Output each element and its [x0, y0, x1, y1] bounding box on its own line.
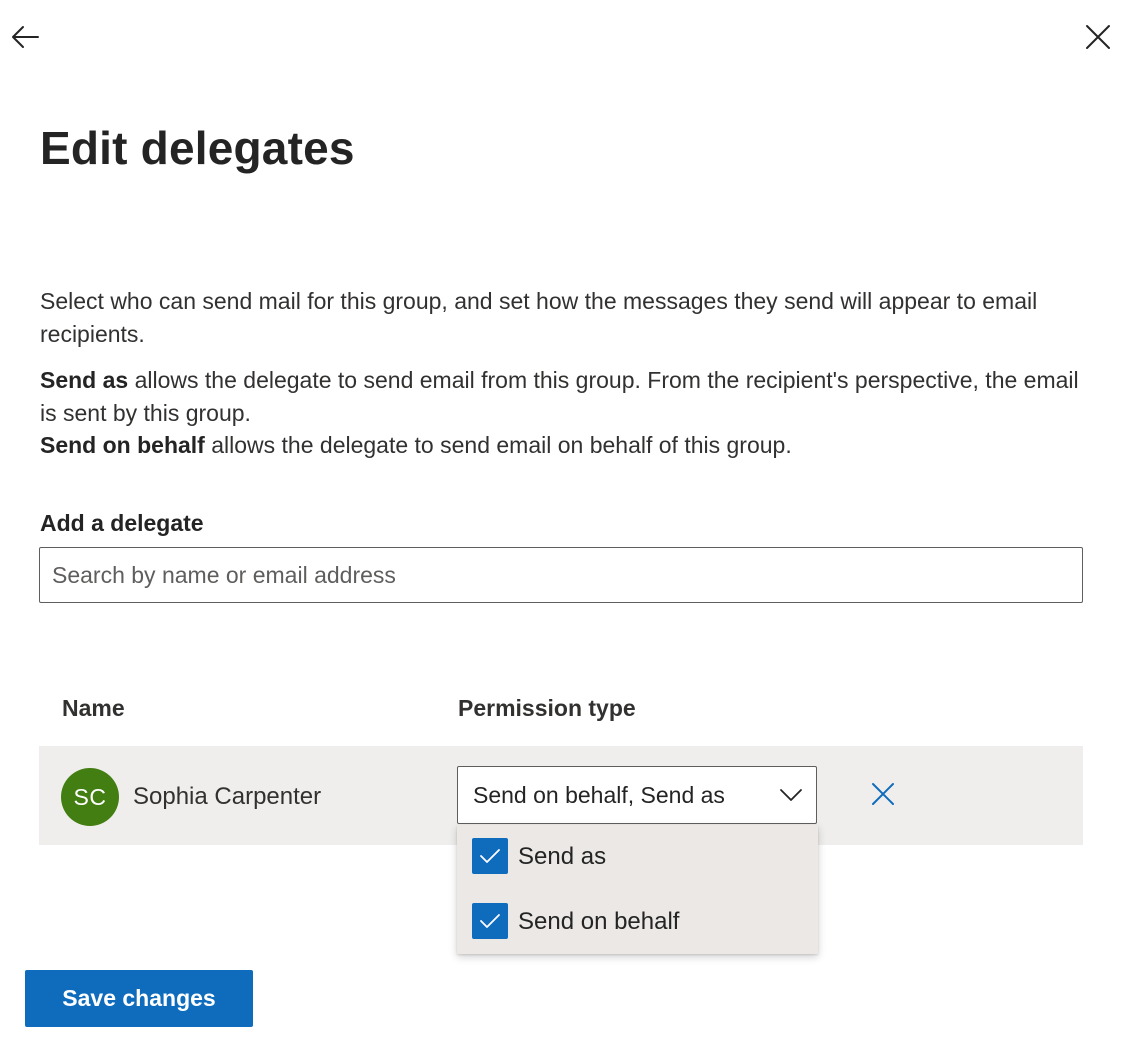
remove-delegate-button[interactable]	[865, 776, 901, 812]
column-header-permission-type: Permission type	[458, 695, 636, 721]
close-icon	[872, 783, 894, 805]
menu-option-send-as[interactable]: Send as	[457, 825, 818, 889]
close-button[interactable]	[1078, 17, 1118, 57]
permission-options-menu: Send as Send on behalf	[457, 825, 818, 954]
send-as-text: allows the delegate to send email from t…	[40, 367, 1079, 426]
send-as-description: Send as allows the delegate to send emai…	[40, 364, 1080, 430]
delegate-search-input[interactable]	[39, 547, 1083, 603]
send-as-checkbox[interactable]	[472, 838, 508, 874]
delegate-name: Sophia Carpenter	[133, 783, 322, 810]
back-button[interactable]	[5, 17, 45, 57]
menu-option-label: Send on behalf	[518, 908, 680, 935]
checkmark-icon	[480, 914, 500, 928]
send-on-behalf-description: Send on behalf allows the delegate to se…	[40, 429, 1080, 462]
intro-text: Select who can send mail for this group,…	[40, 288, 1038, 347]
send-on-behalf-checkbox[interactable]	[472, 903, 508, 939]
menu-option-send-on-behalf[interactable]: Send on behalf	[457, 890, 818, 954]
page-title: Edit delegates	[40, 122, 355, 174]
close-icon	[1086, 25, 1110, 49]
send-on-behalf-term: Send on behalf	[40, 432, 205, 458]
column-header-name: Name	[62, 695, 125, 721]
save-changes-button[interactable]: Save changes	[25, 970, 253, 1027]
edit-delegates-panel: Edit delegates Select who can send mail …	[0, 0, 1130, 1044]
checkmark-icon	[480, 849, 500, 863]
send-on-behalf-text: allows the delegate to send email on beh…	[204, 432, 792, 458]
menu-option-label: Send as	[518, 843, 607, 870]
add-delegate-label: Add a delegate	[40, 510, 204, 536]
permission-type-value: Send on behalf, Send as	[473, 782, 725, 808]
avatar: SC	[61, 768, 119, 826]
chevron-down-icon	[780, 789, 802, 801]
send-as-term: Send as	[40, 367, 129, 393]
arrow-left-icon	[12, 26, 39, 48]
permission-type-dropdown[interactable]: Send on behalf, Send as	[457, 766, 817, 824]
